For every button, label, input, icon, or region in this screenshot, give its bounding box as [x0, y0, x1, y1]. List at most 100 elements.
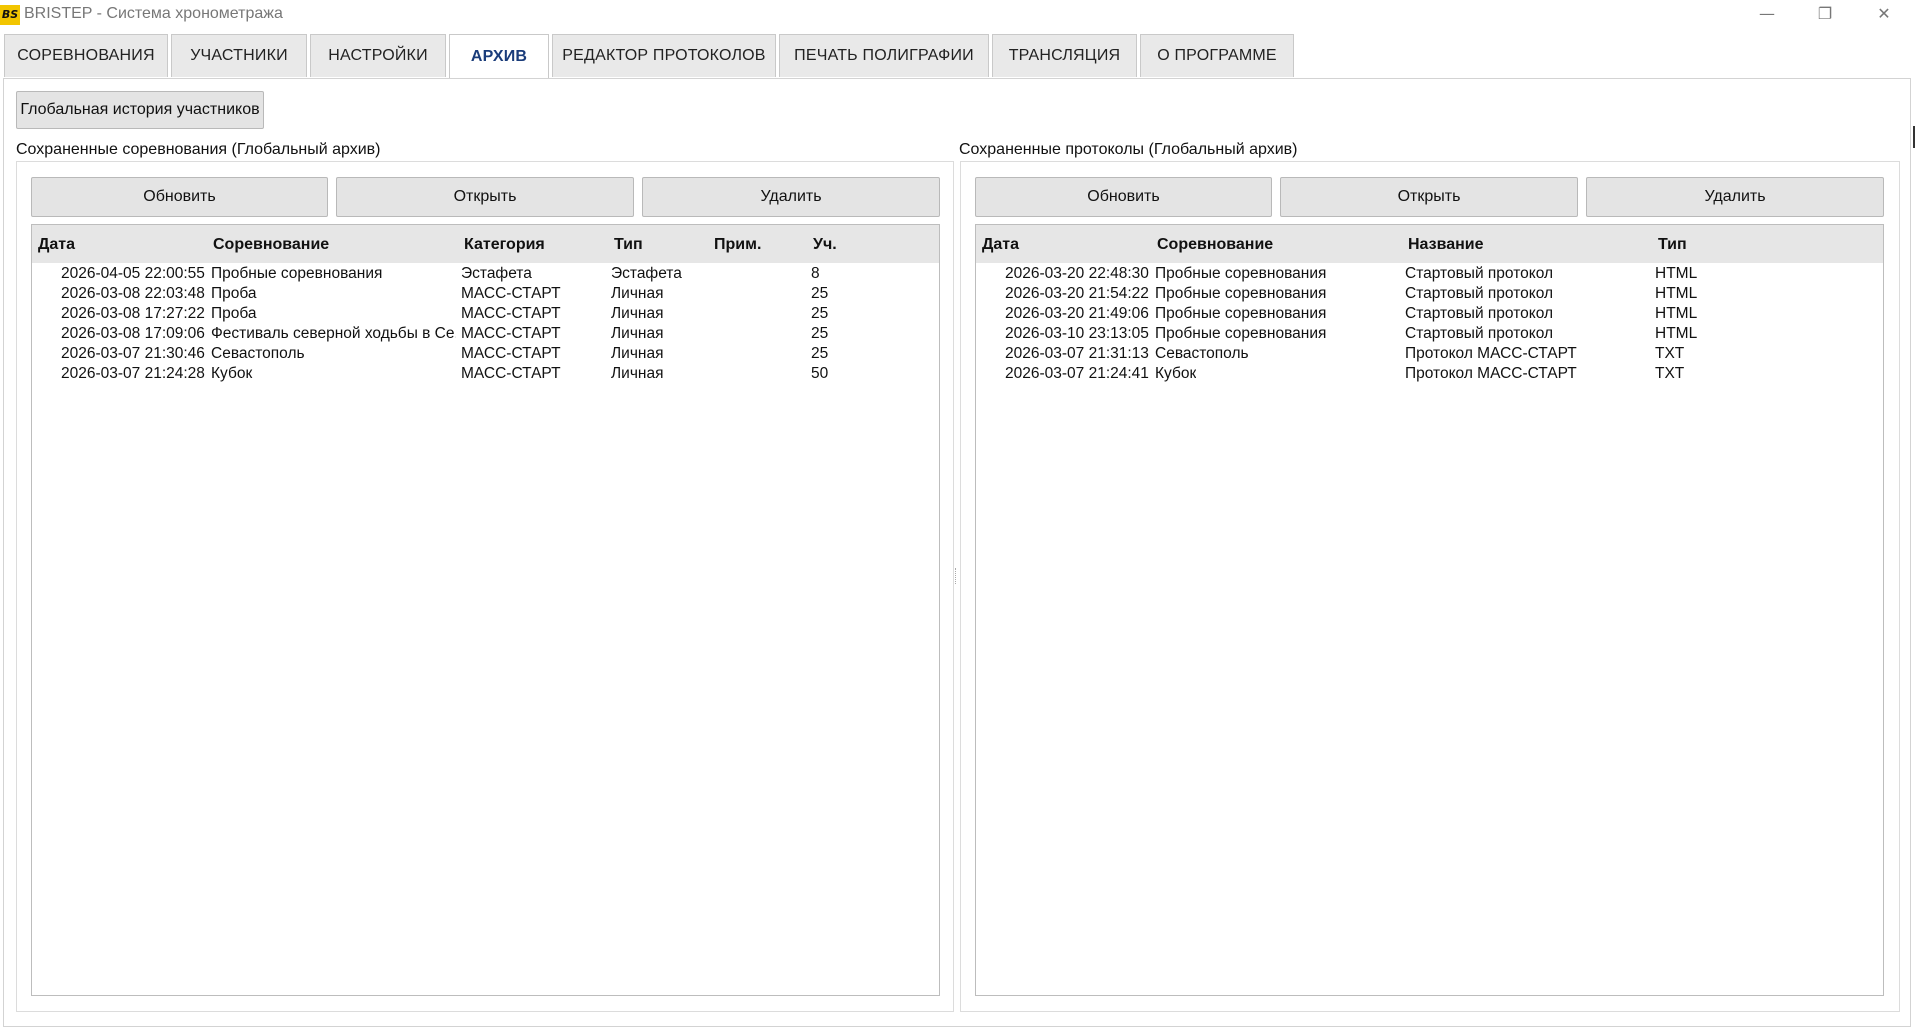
competitions-list-header: Дата Соревнование Категория Тип Прим. Уч… [32, 225, 939, 263]
cell-type: HTML [1655, 265, 1698, 282]
cell-competition: Пробные соревнования [1155, 285, 1327, 302]
column-header-date[interactable]: Дата [982, 236, 1019, 254]
competitions-panel-title: Сохраненные соревнования (Глобальный арх… [16, 141, 381, 158]
cell-date: 2026-04-05 22:00:55 [61, 265, 205, 282]
protocols-open-button[interactable]: Открыть [1280, 177, 1578, 217]
table-row[interactable]: 2026-03-20 21:49:06 Пробные соревнования… [976, 304, 1883, 324]
column-header-type[interactable]: Тип [614, 236, 643, 254]
cell-date: 2026-03-07 21:24:41 [1005, 365, 1149, 382]
cell-participants: 25 [811, 325, 829, 342]
cell-date: 2026-03-10 23:13:05 [1005, 325, 1149, 342]
table-row[interactable]: 2026-03-20 22:48:30 Пробные соревнования… [976, 264, 1883, 284]
cell-participants: 25 [811, 305, 829, 322]
column-header-date[interactable]: Дата [38, 236, 75, 254]
cell-competition: Проба [211, 305, 257, 322]
app-logo-icon: BS [0, 5, 20, 25]
cell-date: 2026-03-20 22:48:30 [1005, 265, 1149, 282]
cell-type: Личная [611, 325, 664, 342]
cell-type: TXT [1655, 345, 1685, 362]
table-row[interactable]: 2026-03-08 17:09:06 Фестиваль северной х… [32, 324, 939, 344]
cell-competition: Севастополь [211, 345, 305, 362]
restore-icon[interactable]: ❐ [1796, 0, 1854, 30]
tab-print-polygraphy[interactable]: ПЕЧАТЬ ПОЛИГРАФИИ [779, 34, 989, 77]
cell-type: Личная [611, 345, 664, 362]
title-bar: BS BRISTEP - Система хронометража — ❐ ✕ [0, 0, 1917, 30]
column-header-note[interactable]: Прим. [714, 236, 761, 254]
cell-name: Стартовый протокол [1405, 305, 1554, 322]
cell-category: МАСС-СТАРТ [461, 325, 561, 342]
table-row[interactable]: 2026-03-07 21:30:46 Севастополь МАСС-СТА… [32, 344, 939, 364]
cell-category: МАСС-СТАРТ [461, 345, 561, 362]
cell-date: 2026-03-07 21:30:46 [61, 345, 205, 362]
cell-type: HTML [1655, 305, 1698, 322]
competitions-delete-button[interactable]: Удалить [642, 177, 940, 217]
cell-name: Стартовый протокол [1405, 285, 1554, 302]
table-row[interactable]: 2026-03-07 21:24:41 Кубок Протокол МАСС-… [976, 364, 1883, 384]
tab-participants[interactable]: УЧАСТНИКИ [171, 34, 307, 77]
table-row[interactable]: 2026-03-07 21:24:28 Кубок МАСС-СТАРТ Лич… [32, 364, 939, 384]
cell-date: 2026-03-20 21:49:06 [1005, 305, 1149, 322]
table-row[interactable]: 2026-03-08 22:03:48 Проба МАСС-СТАРТ Лич… [32, 284, 939, 304]
cell-competition: Пробные соревнования [211, 265, 383, 282]
table-row[interactable]: 2026-03-08 17:27:22 Проба МАСС-СТАРТ Лич… [32, 304, 939, 324]
competitions-open-button[interactable]: Открыть [336, 177, 634, 217]
cell-competition: Кубок [1155, 365, 1197, 382]
cell-date: 2026-03-08 17:27:22 [61, 305, 205, 322]
cell-competition: Фестиваль северной ходьбы в Се... [211, 325, 456, 342]
main-tab-bar: СОРЕВНОВАНИЯ УЧАСТНИКИ НАСТРОЙКИ АРХИВ Р… [0, 34, 1917, 79]
table-row[interactable]: 2026-03-10 23:13:05 Пробные соревнования… [976, 324, 1883, 344]
cell-category: МАСС-СТАРТ [461, 365, 561, 382]
tab-about[interactable]: О ПРОГРАММЕ [1140, 34, 1294, 77]
table-row[interactable]: 2026-03-20 21:54:22 Пробные соревнования… [976, 284, 1883, 304]
cell-category: МАСС-СТАРТ [461, 285, 561, 302]
protocols-delete-button[interactable]: Удалить [1586, 177, 1884, 217]
cell-participants: 25 [811, 285, 829, 302]
cell-type: HTML [1655, 285, 1698, 302]
global-history-button[interactable]: Глобальная история участников [16, 91, 264, 129]
cell-type: Личная [611, 365, 664, 382]
cell-competition: Проба [211, 285, 257, 302]
cell-competition: Кубок [211, 365, 253, 382]
column-header-type[interactable]: Тип [1658, 236, 1687, 254]
minimize-icon[interactable]: — [1738, 0, 1796, 30]
column-header-competition[interactable]: Соревнование [1157, 236, 1273, 254]
panel-splitter-handle[interactable] [955, 568, 957, 584]
cell-participants: 25 [811, 345, 829, 362]
text-cursor [1913, 126, 1915, 148]
cell-date: 2026-03-20 21:54:22 [1005, 285, 1149, 302]
cell-name: Стартовый протокол [1405, 265, 1554, 282]
cell-competition: Пробные соревнования [1155, 305, 1327, 322]
cell-date: 2026-03-07 21:31:13 [1005, 345, 1149, 362]
cell-date: 2026-03-07 21:24:28 [61, 365, 205, 382]
tab-competitions[interactable]: СОРЕВНОВАНИЯ [4, 34, 168, 77]
cell-name: Стартовый протокол [1405, 325, 1554, 342]
cell-name: Протокол МАСС-СТАРТ [1405, 345, 1577, 362]
competitions-refresh-button[interactable]: Обновить [31, 177, 328, 217]
column-header-category[interactable]: Категория [464, 236, 545, 254]
protocols-list-header: Дата Соревнование Название Тип [976, 225, 1883, 263]
cell-category: Эстафета [461, 265, 532, 282]
cell-participants: 50 [811, 365, 829, 382]
competitions-list[interactable]: Дата Соревнование Категория Тип Прим. Уч… [31, 224, 940, 996]
table-row[interactable]: 2026-03-07 21:31:13 Севастополь Протокол… [976, 344, 1883, 364]
cell-type: Личная [611, 305, 664, 322]
protocols-panel-title: Сохраненные протоколы (Глобальный архив) [959, 141, 1298, 158]
cell-competition: Пробные соревнования [1155, 325, 1327, 342]
cell-type: TXT [1655, 365, 1685, 382]
cell-competition: Севастополь [1155, 345, 1249, 362]
tab-broadcast[interactable]: ТРАНСЛЯЦИЯ [992, 34, 1137, 77]
close-icon[interactable]: ✕ [1855, 0, 1913, 30]
cell-date: 2026-03-08 17:09:06 [61, 325, 205, 342]
tab-settings[interactable]: НАСТРОЙКИ [310, 34, 446, 77]
column-header-participants[interactable]: Уч. [813, 236, 837, 254]
protocols-list[interactable]: Дата Соревнование Название Тип 2026-03-2… [975, 224, 1884, 996]
protocols-refresh-button[interactable]: Обновить [975, 177, 1272, 217]
table-row[interactable]: 2026-04-05 22:00:55 Пробные соревнования… [32, 264, 939, 284]
cell-type: HTML [1655, 325, 1698, 342]
tab-protocol-editor[interactable]: РЕДАКТОР ПРОТОКОЛОВ [552, 34, 776, 77]
cell-type: Эстафета [611, 265, 682, 282]
column-header-name[interactable]: Название [1408, 236, 1484, 254]
cell-date: 2026-03-08 22:03:48 [61, 285, 205, 302]
tab-archive[interactable]: АРХИВ [449, 34, 549, 79]
column-header-competition[interactable]: Соревнование [213, 236, 329, 254]
